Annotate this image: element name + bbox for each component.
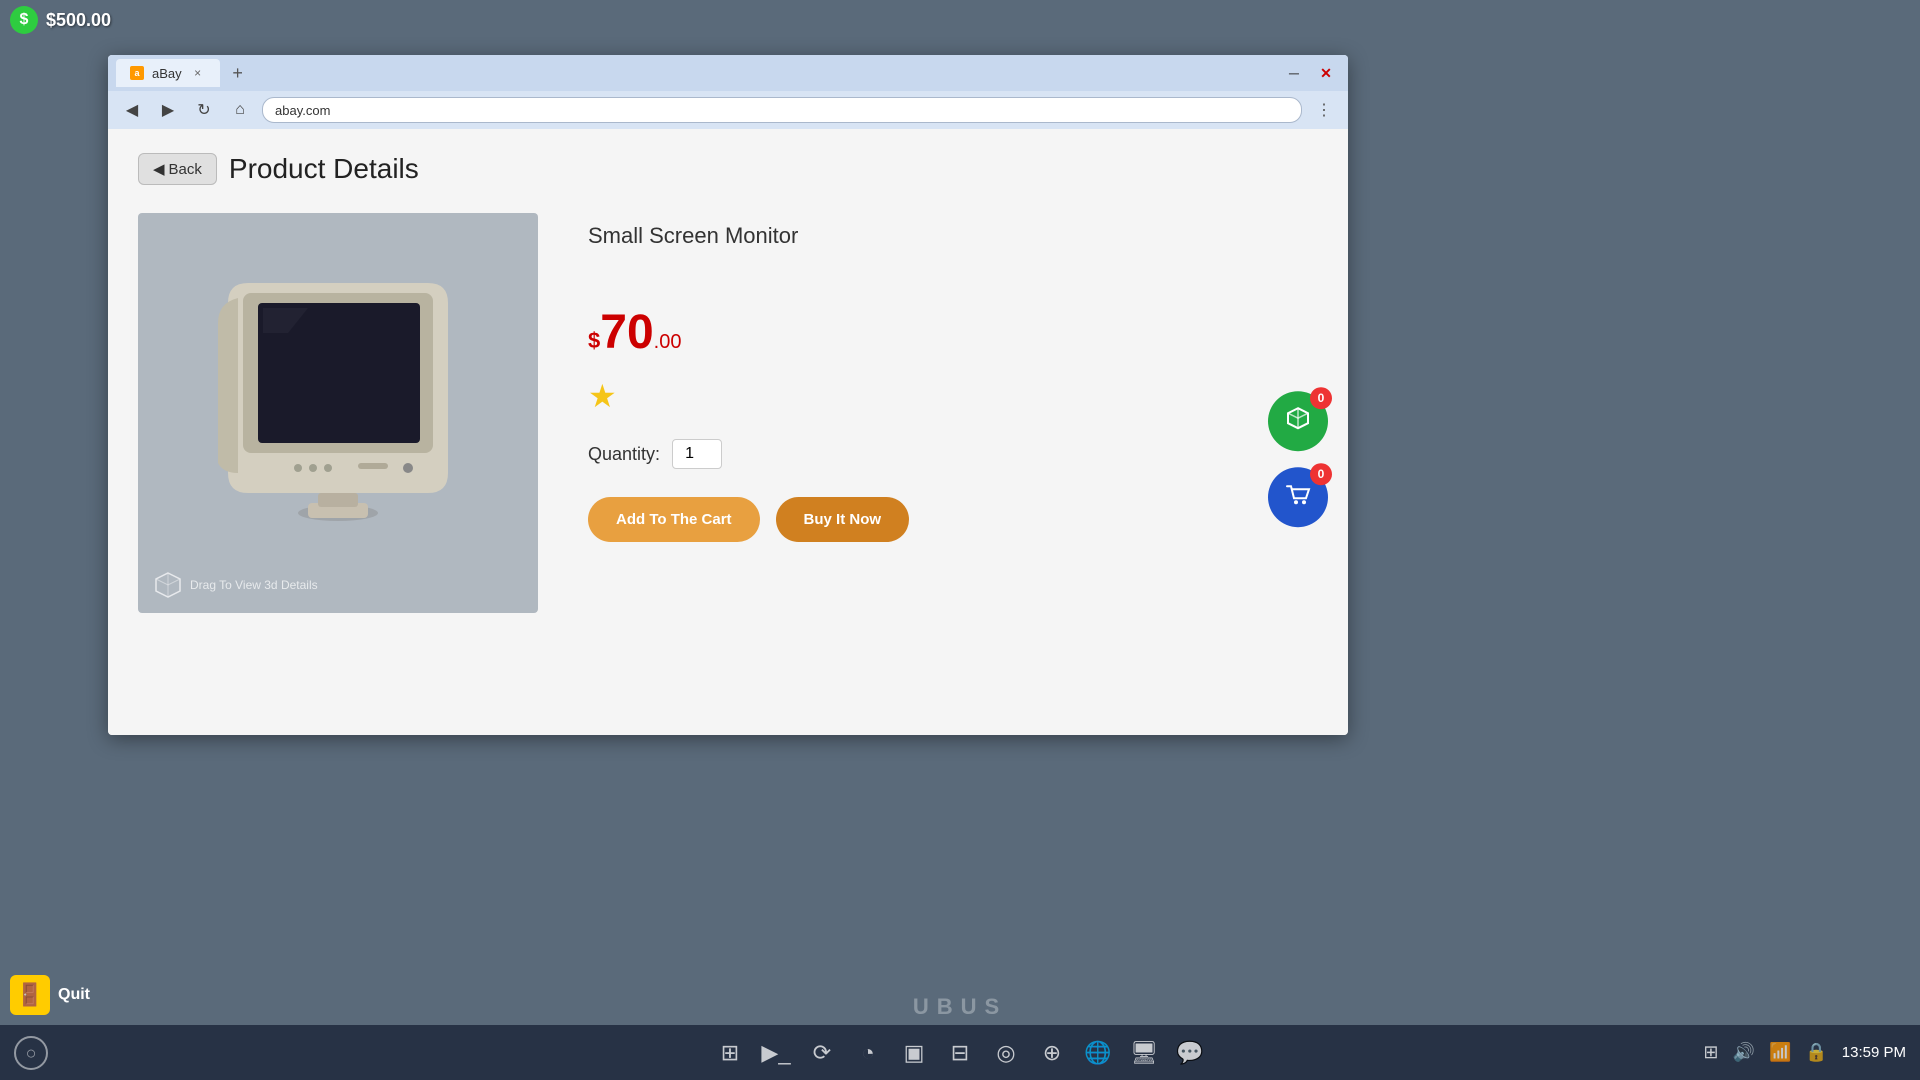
taskbar-icon-terminal[interactable]: ▶_ [760, 1037, 792, 1069]
money-amount: $500.00 [46, 10, 111, 31]
taskbar-icon-grid[interactable]: ⊞ [714, 1037, 746, 1069]
money-icon: $ [10, 6, 38, 34]
product-price: $ 70 .00 [588, 309, 1318, 357]
taskbar-icon-loop[interactable]: ⟳ [806, 1037, 838, 1069]
quantity-label: Quantity: [588, 444, 660, 465]
taskbar-circle-icon[interactable]: ○ [14, 1036, 48, 1070]
add-to-cart-button[interactable]: Add To The Cart [588, 497, 760, 542]
product-image [178, 253, 498, 573]
title-bar: a aBay × + ─ ✕ [108, 55, 1348, 91]
cart-badge: 0 [1310, 463, 1332, 485]
taskbar-volume-icon: 🔊 [1733, 1042, 1755, 1063]
browser-window: a aBay × + ─ ✕ ◀ ▶ ↻ ⌂ abay.com ⋮ [108, 55, 1348, 735]
tab-add-button[interactable]: + [226, 61, 250, 85]
taskbar-left: ○ [14, 1036, 48, 1070]
taskbar-icon-clock[interactable]: ◔ [852, 1037, 884, 1069]
back-label: Back [169, 161, 202, 178]
floating-cart-button[interactable]: 0 [1268, 467, 1328, 527]
taskbar-right: ⊞ 🔊 📶 🔒 13:59 PM [1703, 1025, 1906, 1080]
taskbar-icon-chat[interactable]: 💬 [1174, 1037, 1206, 1069]
drag-hint-text: Drag To View 3d Details [190, 578, 318, 592]
product-layout: Drag To View 3d Details Small Screen Mon… [138, 213, 1318, 613]
taskbar-icon-circle[interactable]: ⊕ [1036, 1037, 1068, 1069]
cart-icon [1284, 480, 1312, 515]
nav-back-button[interactable]: ◀ [118, 96, 146, 124]
taskbar-time: 13:59 PM [1842, 1044, 1906, 1061]
quit-icon: 🚪 [10, 975, 50, 1015]
price-main: 70 [600, 309, 653, 357]
window-minimize-button[interactable]: ─ [1280, 61, 1308, 85]
tab-label: aBay [152, 66, 182, 81]
price-dollar-sign: $ [588, 328, 600, 354]
address-bar[interactable]: abay.com [262, 97, 1302, 123]
window-close-button[interactable]: ✕ [1312, 61, 1340, 85]
desktop-money-bar: $ $500.00 [0, 0, 200, 40]
action-buttons: Add To The Cart Buy It Now [588, 497, 1318, 542]
page-header: ◀ Back Product Details [138, 153, 1318, 185]
page-title: Product Details [229, 153, 419, 185]
nav-home-button[interactable]: ⌂ [226, 96, 254, 124]
taskbar-icon-monitor[interactable]: 🖥 [1128, 1037, 1160, 1069]
back-button[interactable]: ◀ Back [138, 153, 217, 185]
drag-hint: Drag To View 3d Details [152, 569, 318, 601]
taskbar-icon-globe[interactable]: 🌐 [1082, 1037, 1114, 1069]
floating-order-button[interactable]: 0 [1268, 391, 1328, 451]
nav-refresh-button[interactable]: ↻ [190, 96, 218, 124]
product-name: Small Screen Monitor [588, 223, 1318, 249]
order-badge: 0 [1310, 387, 1332, 409]
cube-hint-icon [152, 569, 184, 601]
nav-extra-icon[interactable]: ⋮ [1310, 96, 1338, 124]
window-controls: ─ ✕ [1280, 61, 1340, 85]
quit-button[interactable]: 🚪 Quit [10, 975, 90, 1015]
taskbar-icon-square[interactable]: ▣ [898, 1037, 930, 1069]
browser-chrome: a aBay × + ─ ✕ ◀ ▶ ↻ ⌂ abay.com ⋮ [108, 55, 1348, 129]
tab-favicon: a [130, 66, 144, 80]
nav-bar: ◀ ▶ ↻ ⌂ abay.com ⋮ [108, 91, 1348, 129]
order-icon [1284, 404, 1312, 439]
quantity-row: Quantity: [588, 439, 1318, 469]
quit-label: Quit [58, 986, 90, 1004]
page-content: ◀ Back Product Details [108, 129, 1348, 735]
tab-close-button[interactable]: × [190, 65, 206, 81]
star-rating: ★ [588, 377, 1318, 415]
address-text: abay.com [275, 103, 330, 118]
product-image-container: Drag To View 3d Details [138, 213, 538, 613]
price-cents: .00 [654, 331, 682, 354]
back-arrow-icon: ◀ [153, 160, 165, 178]
star-icon: ★ [588, 378, 617, 414]
taskbar-battery-icon: 🔒 [1805, 1042, 1827, 1063]
brand-footer: UBUS [913, 994, 1007, 1020]
browser-tab[interactable]: a aBay × [116, 59, 220, 87]
floating-buttons: 0 0 [1268, 391, 1328, 527]
taskbar-icon-panel[interactable]: ⊟ [944, 1037, 976, 1069]
buy-it-now-button[interactable]: Buy It Now [776, 497, 910, 542]
taskbar-icon-target[interactable]: ◎ [990, 1037, 1022, 1069]
taskbar-wifi-icon: 📶 [1769, 1042, 1791, 1063]
taskbar-display-icon: ⊞ [1703, 1042, 1718, 1063]
product-details: Small Screen Monitor $ 70 .00 ★ Quantity… [588, 213, 1318, 613]
quantity-input[interactable] [672, 439, 722, 469]
nav-forward-button[interactable]: ▶ [154, 96, 182, 124]
taskbar-bottom: ○ ⊞ ▶_ ⟳ ◔ ▣ ⊟ ◎ ⊕ 🌐 🖥 💬 ⊞ 🔊 📶 🔒 13:59 P… [0, 1025, 1920, 1080]
